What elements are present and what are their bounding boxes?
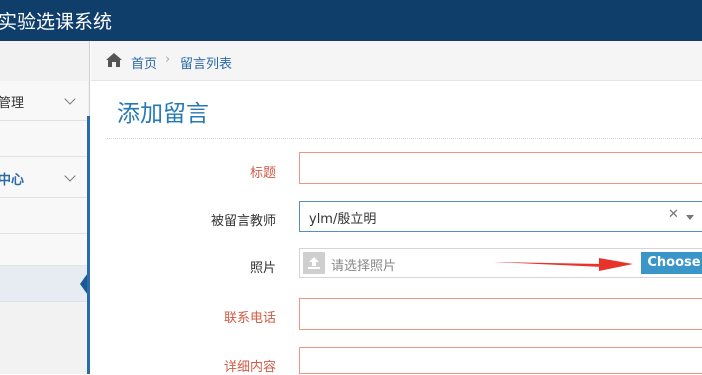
sidebar-subitem[interactable] [0,234,88,266]
choose-file-button[interactable]: Choose [641,252,702,274]
top-navbar: 实验选课系统 [0,0,702,41]
sidebar-item-label: 管理 [0,96,25,111]
teacher-selected-value: ylm/殷立明 [309,212,377,227]
breadcrumb-home-link[interactable]: 首页 [131,53,157,72]
title-label: 标题 [249,166,276,181]
caret-down-icon[interactable] [686,215,694,220]
chevron-down-icon [64,93,76,105]
header-divider [107,138,702,139]
chevron-down-icon [64,170,76,182]
upload-icon [303,252,325,274]
breadcrumb-message-list-link[interactable]: 留言列表 [180,53,232,72]
teacher-select[interactable]: ylm/殷立明 ✕ [299,201,702,232]
detail-label: 详细内容 [223,360,276,375]
detail-textarea[interactable] [299,347,702,374]
submenu-indicator-bar [87,116,90,374]
teacher-label: 被留言教师 [210,214,276,229]
page-title: 添加留言 [117,101,209,127]
sidebar-subitem-active[interactable] [0,266,88,302]
photo-placeholder: 请选择照片 [331,259,397,274]
photo-label: 照片 [249,261,276,276]
title-input[interactable] [299,152,702,184]
sidebar-item[interactable] [0,121,88,157]
sidebar-subitem[interactable] [0,198,88,234]
clear-icon[interactable]: ✕ [668,207,679,222]
annotation-arrow-icon [493,258,633,271]
phone-input[interactable] [299,298,702,330]
home-icon[interactable] [106,53,122,67]
breadcrumb-separator: › [165,52,171,67]
sidebar-item-label: 中心 [0,173,25,188]
sidebar-item-management[interactable]: 管理 [0,81,88,121]
sidebar-item-center[interactable]: 中心 [0,157,88,198]
app-title: 实验选课系统 [0,11,113,33]
phone-label: 联系电话 [223,311,276,326]
